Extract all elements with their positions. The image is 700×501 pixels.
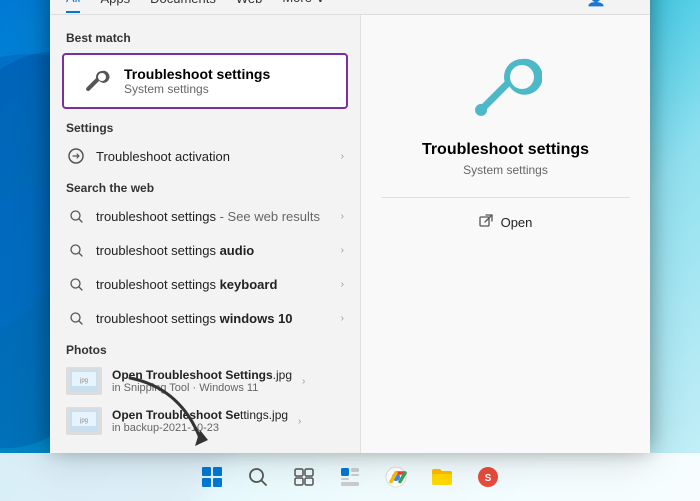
web-search-item-1[interactable]: troubleshoot settings audio › [50,233,360,267]
open-label: Open [501,215,533,230]
open-icon [479,214,493,231]
chevron-icon-1: › [341,245,344,256]
troubleshoot-activation-text: Troubleshoot activation [96,149,331,164]
settings-section-label: Settings [50,113,360,139]
main-content: Best match Troubleshoot settings System … [50,15,650,453]
left-panel: Best match Troubleshoot settings System … [50,15,360,453]
right-panel-divider [381,197,630,198]
photos-section-label: Photos [50,335,360,361]
svg-text:jpg: jpg [79,378,88,384]
taskbar-store[interactable]: S [468,457,508,497]
settings-troubleshoot-activation[interactable]: Troubleshoot activation › [50,139,360,173]
filter-tab-extra-icons: 👤 ··· [586,0,634,14]
profile-icon[interactable]: 👤 [586,0,606,8]
tab-apps[interactable]: Apps [100,0,130,12]
taskbar-chrome[interactable] [376,457,416,497]
photo-thumb-1: jpg [66,407,102,435]
tab-all[interactable]: All [66,0,80,13]
photo-text-1: Open Troubleshoot Settings.jpg in backup… [112,408,288,434]
best-match-label: Best match [50,27,360,49]
best-match-item[interactable]: Troubleshoot settings System settings [62,53,348,109]
chevron-icon-2: › [341,279,344,290]
chevron-photo-0: › [302,376,305,387]
taskbar-center: S [192,457,508,497]
svg-text:jpg: jpg [79,418,88,424]
search-web-icon-0 [66,206,86,226]
web-search-item-3[interactable]: troubleshoot settings windows 10 › [50,301,360,335]
search-web-icon-1 [66,240,86,260]
photo-item-1[interactable]: jpg Open Troubleshoot Settings.jpg in ba… [50,401,360,441]
search-web-icon-3 [66,308,86,328]
search-web-icon-2 [66,274,86,294]
web-search-item-0[interactable]: troubleshoot settings - See web results … [50,199,360,233]
search-popup: troubleshoot settings All Apps Documents… [50,0,650,453]
open-button[interactable]: Open [479,214,533,231]
chevron-icon-0: › [341,211,344,222]
web-search-item-2[interactable]: troubleshoot settings keyboard › [50,267,360,301]
right-panel-subtitle: System settings [463,163,548,177]
best-match-text: Troubleshoot settings System settings [124,66,270,96]
tab-more[interactable]: More ∨ [282,0,325,12]
chevron-icon-3: › [341,313,344,324]
photo-item-0[interactable]: jpg Open Troubleshoot Settings.jpg in Sn… [50,361,360,401]
best-match-subtitle: System settings [124,82,270,96]
taskbar-start[interactable] [192,457,232,497]
filter-tabs: All Apps Documents Web More ∨ 👤 ··· [50,0,650,15]
best-match-title: Troubleshoot settings [124,66,270,82]
svg-text:S: S [485,473,492,484]
taskbar-explorer[interactable] [422,457,462,497]
web-search-text-3: troubleshoot settings windows 10 [96,311,331,326]
right-panel-icon [466,45,546,125]
circle-arrow-icon [66,146,86,166]
taskbar-search[interactable] [238,457,278,497]
chevron-photo-1: › [298,416,301,427]
desktop-background: troubleshoot settings All Apps Documents… [0,0,700,501]
photo-text-0: Open Troubleshoot Settings.jpg in Snippi… [112,368,292,394]
taskbar: S [0,453,700,501]
web-search-text-0: troubleshoot settings - See web results [96,209,331,224]
taskbar-widgets[interactable] [330,457,370,497]
web-search-text-2: troubleshoot settings keyboard [96,277,331,292]
wrench-icon [80,65,112,97]
taskbar-taskview[interactable] [284,457,324,497]
chevron-icon: › [341,151,344,162]
tab-web[interactable]: Web [236,0,263,12]
web-section-label: Search the web [50,173,360,199]
search-popup-container: troubleshoot settings All Apps Documents… [50,0,650,453]
right-panel-title: Troubleshoot settings [422,141,589,159]
ellipsis-icon[interactable]: ··· [618,0,634,8]
right-panel: Troubleshoot settings System settings Op… [360,15,650,453]
tab-documents[interactable]: Documents [150,0,216,12]
photo-thumb-0: jpg [66,367,102,395]
web-search-text-1: troubleshoot settings audio [96,243,331,258]
